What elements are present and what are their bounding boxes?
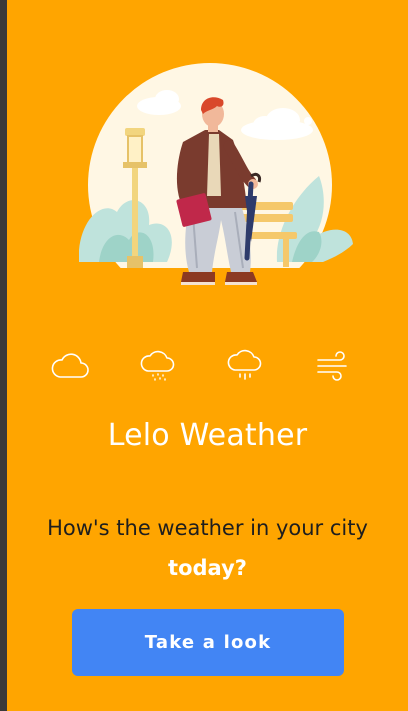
device-frame: Lelo Weather How's the weather in your c… [0,0,408,711]
take-a-look-button[interactable]: Take a look [72,609,344,676]
cloud-rain-icon [227,349,262,380]
cloud-drizzle-icon [140,350,175,381]
tagline-text: How's the weather in your city [47,516,368,540]
man-with-umbrella-illustration [67,63,357,300]
wind-icon [317,351,347,381]
app-title: Lelo Weather [107,418,308,453]
tagline-emphasis: today? [168,556,247,580]
weather-icons-row [7,343,408,387]
onboarding-screen: Lelo Weather How's the weather in your c… [7,0,408,711]
tagline: How's the weather in your city today? [47,508,368,588]
cloud-icon [51,353,89,378]
